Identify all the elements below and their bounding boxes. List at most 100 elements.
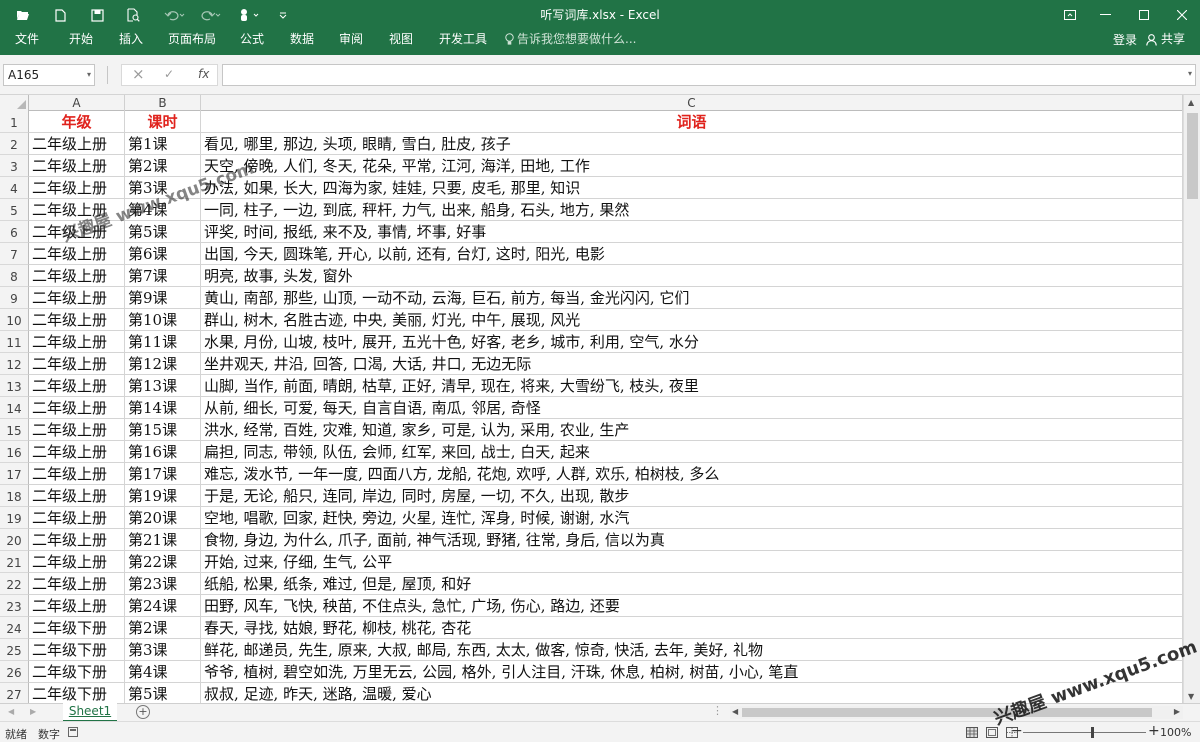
name-box[interactable]: A165 ▾ [3, 64, 95, 86]
page-layout-view-icon[interactable] [986, 727, 998, 741]
cell-words[interactable]: 难忘, 泼水节, 一年一度, 四面八方, 龙船, 花炮, 欢呼, 人群, 欢乐,… [201, 463, 1183, 485]
row-header[interactable]: 6 [0, 221, 29, 243]
cell-header-lesson[interactable]: 课时 [125, 111, 201, 133]
cell-words[interactable]: 鲜花, 邮递员, 先生, 原来, 大叔, 邮局, 东西, 太太, 做客, 惊奇,… [201, 639, 1183, 661]
cell-grade[interactable]: 二年级上册 [29, 177, 125, 199]
cell-lesson[interactable]: 第21课 [125, 529, 201, 551]
cell-lesson[interactable]: 第9课 [125, 287, 201, 309]
tab-developer[interactable]: 开发工具 [439, 30, 487, 55]
sheet-tab[interactable]: Sheet1 [63, 703, 117, 722]
cell-words[interactable]: 开始, 过来, 仔细, 生气, 公平 [201, 551, 1183, 573]
cell-words[interactable]: 田野, 风车, 飞快, 秧苗, 不住点头, 急忙, 广场, 伤心, 路边, 还要 [201, 595, 1183, 617]
cell-words[interactable]: 山脚, 当作, 前面, 晴朗, 枯草, 正好, 清早, 现在, 将来, 大雪纷飞… [201, 375, 1183, 397]
cell-grade[interactable]: 二年级上册 [29, 595, 125, 617]
enter-icon[interactable]: ✓ [164, 67, 174, 81]
row-header[interactable]: 11 [0, 331, 29, 353]
row-header[interactable]: 1 [0, 111, 29, 133]
row-header[interactable]: 4 [0, 177, 29, 199]
cell-lesson[interactable]: 第2课 [125, 155, 201, 177]
cell-grade[interactable]: 二年级上册 [29, 133, 125, 155]
scroll-left-icon[interactable]: ◀ [732, 707, 738, 716]
vertical-scrollbar[interactable]: ▲ ▼ [1183, 95, 1200, 703]
cell-lesson[interactable]: 第20课 [125, 507, 201, 529]
cell-grade[interactable]: 二年级下册 [29, 661, 125, 683]
row-header[interactable]: 15 [0, 419, 29, 441]
cell-grade[interactable]: 二年级上册 [29, 375, 125, 397]
row-header[interactable]: 12 [0, 353, 29, 375]
cell-grade[interactable]: 二年级上册 [29, 287, 125, 309]
column-header-c[interactable]: C [201, 95, 1183, 111]
cell-lesson[interactable]: 第17课 [125, 463, 201, 485]
expand-formula-icon[interactable]: ▾ [1188, 69, 1192, 78]
cell-words[interactable]: 出国, 今天, 圆珠笔, 开心, 以前, 还有, 台灯, 这时, 阳光, 电影 [201, 243, 1183, 265]
chevron-down-icon[interactable]: ▾ [87, 65, 91, 85]
row-header[interactable]: 9 [0, 287, 29, 309]
row-header[interactable]: 20 [0, 529, 29, 551]
zoom-in-button[interactable]: + [1148, 723, 1160, 739]
cell-lesson[interactable]: 第19课 [125, 485, 201, 507]
column-header-a[interactable]: A [29, 95, 125, 111]
next-sheet-icon[interactable]: ▶ [30, 707, 36, 716]
cell-words[interactable]: 扁担, 同志, 带领, 队伍, 会师, 红军, 来回, 战士, 白天, 起来 [201, 441, 1183, 463]
row-header[interactable]: 8 [0, 265, 29, 287]
tab-home[interactable]: 开始 [69, 30, 93, 55]
cell-lesson[interactable]: 第22课 [125, 551, 201, 573]
cell-lesson[interactable]: 第5课 [125, 683, 201, 703]
cell-lesson[interactable]: 第11课 [125, 331, 201, 353]
new-icon[interactable] [52, 5, 68, 25]
scroll-down-icon[interactable]: ▼ [1188, 692, 1194, 701]
cell-words[interactable]: 春天, 寻找, 姑娘, 野花, 柳枝, 桃花, 杏花 [201, 617, 1183, 639]
cell-words[interactable]: 天空, 傍晚, 人们, 冬天, 花朵, 平常, 江河, 海洋, 田地, 工作 [201, 155, 1183, 177]
print-preview-icon[interactable] [124, 5, 142, 25]
row-header[interactable]: 2 [0, 133, 29, 155]
row-header[interactable]: 13 [0, 375, 29, 397]
cell-lesson[interactable]: 第23课 [125, 573, 201, 595]
save-icon[interactable] [88, 5, 106, 25]
row-header[interactable]: 24 [0, 617, 29, 639]
cell-lesson[interactable]: 第7课 [125, 265, 201, 287]
cell-grade[interactable]: 二年级上册 [29, 485, 125, 507]
tab-data[interactable]: 数据 [290, 30, 314, 55]
open-icon[interactable] [14, 5, 32, 25]
row-header[interactable]: 10 [0, 309, 29, 331]
cell-lesson[interactable]: 第10课 [125, 309, 201, 331]
cell-lesson[interactable]: 第24课 [125, 595, 201, 617]
cell-lesson[interactable]: 第13课 [125, 375, 201, 397]
row-header[interactable]: 7 [0, 243, 29, 265]
column-header-b[interactable]: B [125, 95, 201, 111]
tab-split-handle[interactable]: ⋮ [712, 704, 723, 717]
row-header[interactable]: 16 [0, 441, 29, 463]
redo-icon[interactable] [196, 5, 226, 25]
cell-grade[interactable]: 二年级上册 [29, 243, 125, 265]
cell-grade[interactable]: 二年级上册 [29, 573, 125, 595]
cell-words[interactable]: 看见, 哪里, 那边, 头项, 眼睛, 雪白, 肚皮, 孩子 [201, 133, 1183, 155]
cell-grade[interactable]: 二年级上册 [29, 551, 125, 573]
scroll-thumb[interactable] [742, 708, 1152, 717]
tell-me-search[interactable]: 告诉我您想要做什么... [505, 30, 636, 55]
cell-grade[interactable]: 二年级上册 [29, 265, 125, 287]
cell-words[interactable]: 空地, 唱歌, 回家, 赶快, 旁边, 火星, 连忙, 浑身, 时候, 谢谢, … [201, 507, 1183, 529]
cell-words[interactable]: 水果, 月份, 山坡, 枝叶, 展开, 五光十色, 好客, 老乡, 城市, 利用… [201, 331, 1183, 353]
cell-words[interactable]: 洪水, 经常, 百姓, 灾难, 知道, 家乡, 可是, 认为, 采用, 农业, … [201, 419, 1183, 441]
cell-words[interactable]: 一同, 柱子, 一边, 到底, 秤杆, 力气, 出来, 船身, 石头, 地方, … [201, 199, 1183, 221]
horizontal-scrollbar[interactable]: ◀ ▶ [730, 706, 1183, 719]
tab-formulas[interactable]: 公式 [240, 30, 264, 55]
cell-words[interactable]: 食物, 身边, 为什么, 爪子, 面前, 神气活现, 野猪, 往常, 身后, 信… [201, 529, 1183, 551]
prev-sheet-icon[interactable]: ◀ [8, 707, 14, 716]
cell-lesson[interactable]: 第12课 [125, 353, 201, 375]
zoom-slider-knob[interactable] [1091, 727, 1094, 738]
zoom-slider[interactable] [1023, 732, 1146, 733]
row-header[interactable]: 22 [0, 573, 29, 595]
minimize-icon[interactable] [1085, 0, 1125, 30]
cell-grade[interactable]: 二年级上册 [29, 463, 125, 485]
tab-review[interactable]: 审阅 [339, 30, 363, 55]
cell-grade[interactable]: 二年级上册 [29, 331, 125, 353]
maximize-icon[interactable] [1124, 0, 1164, 30]
tab-page-layout[interactable]: 页面布局 [168, 30, 216, 55]
cell-lesson[interactable]: 第6课 [125, 243, 201, 265]
cell-words[interactable]: 明亮, 故事, 头发, 窗外 [201, 265, 1183, 287]
cell-words[interactable]: 群山, 树木, 名胜古迹, 中央, 美丽, 灯光, 中午, 展现, 风光 [201, 309, 1183, 331]
customize-icon[interactable] [276, 5, 290, 25]
formula-input[interactable]: ▾ [222, 64, 1196, 86]
touch-mode-icon[interactable] [236, 5, 264, 25]
